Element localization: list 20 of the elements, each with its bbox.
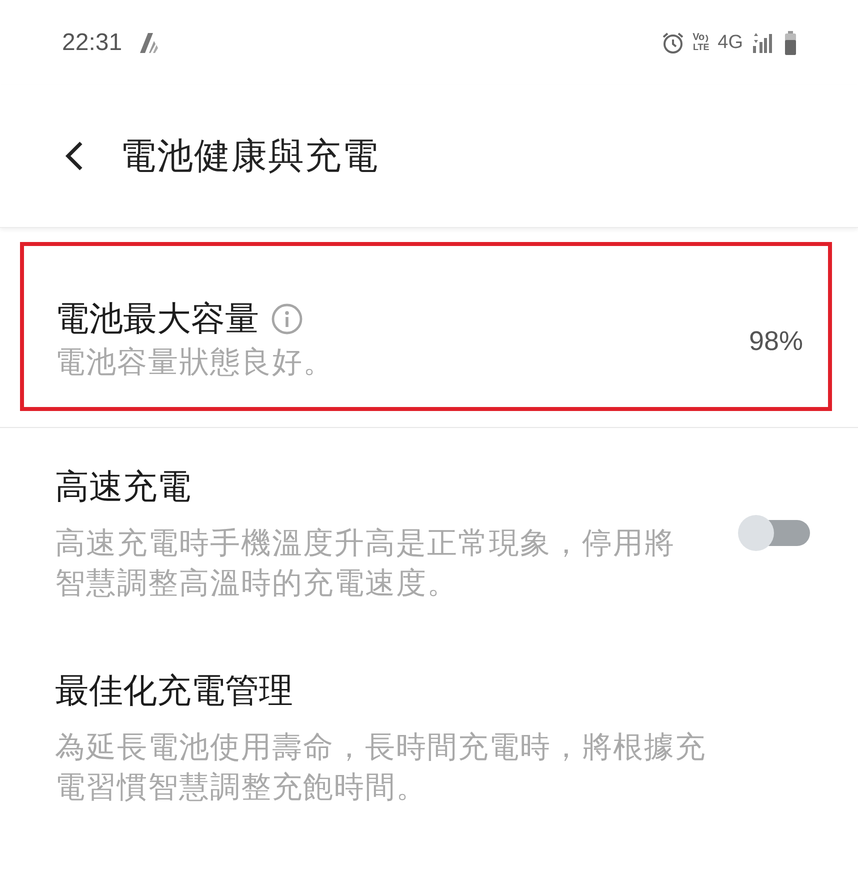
value-text: 98% [748, 326, 803, 356]
network-type: 4G [718, 32, 743, 54]
setting-title: 最佳化充電管理 [55, 671, 293, 711]
status-time: 22:31 [62, 28, 122, 56]
toggle-switch[interactable] [738, 515, 812, 551]
lte-label: LTE [692, 43, 710, 52]
wave-icon [704, 34, 710, 42]
battery-icon [785, 30, 796, 54]
setting-description: 高速充電時手機溫度升高是正常現象，停用將智慧調整高溫時的充電速度。 [55, 526, 676, 602]
signal-icon [751, 32, 773, 54]
alarm-clock-icon [660, 30, 685, 54]
setting-title: 電池最大容量 [55, 299, 259, 339]
setting-title: 高速充電 [55, 467, 191, 507]
highlight-frame[interactable]: 電池最大容量 電池容量狀態良好。 98% [20, 242, 832, 411]
info-icon[interactable] [271, 303, 303, 335]
setting-description: 電池容量狀態良好。 [55, 345, 335, 381]
setting-description: 為延長電池使用壽命，長時間充電時，將根據充電習慣智慧調整充飽時間。 [55, 730, 707, 806]
volte-label: Vo [692, 33, 705, 43]
back-chevron-icon [64, 140, 84, 172]
page-title: 電池健康與充電 [120, 134, 379, 178]
